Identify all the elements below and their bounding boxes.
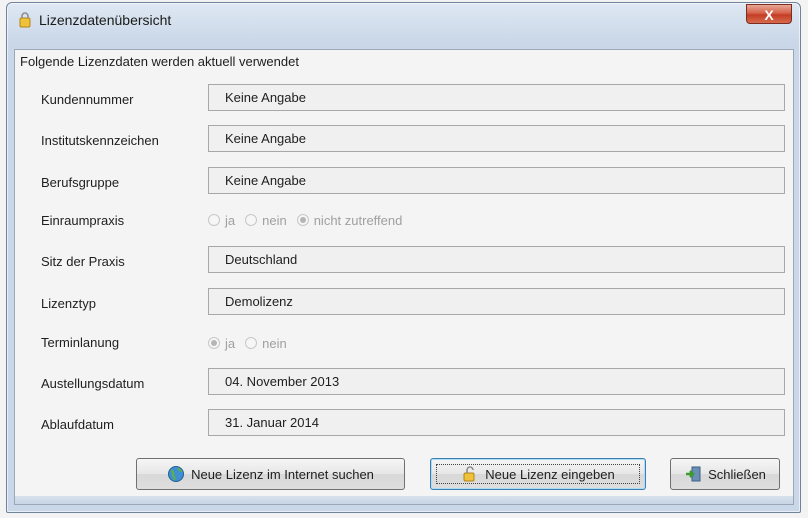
header-text: Folgende Lizenzdaten werden aktuell verw… <box>20 54 299 69</box>
label-kundennummer: Kundennummer <box>41 92 134 107</box>
search-license-online-button[interactable]: Neue Lizenz im Internet suchen <box>136 458 405 490</box>
einraumpraxis-option-nein[interactable]: nein <box>245 213 287 228</box>
exit-icon <box>686 466 701 482</box>
lock-icon <box>19 12 31 28</box>
label-einraumpraxis: Einraumpraxis <box>41 213 125 228</box>
label-sitz: Sitz der Praxis <box>41 254 125 269</box>
label-lizenztyp: Lizenztyp <box>41 296 96 311</box>
label-ausstellungsdatum: Austellungsdatum <box>41 376 145 391</box>
radio-button[interactable] <box>245 337 258 349</box>
radio-button[interactable] <box>208 214 220 226</box>
einraumpraxis-option-nicht-zutreffend[interactable]: nicht zutreffend <box>296 213 402 228</box>
field-lizenztyp: Demolizenz <box>208 288 785 315</box>
einraumpraxis-radio-group: ja nein nicht zutreffend <box>208 210 402 230</box>
field-kundennummer: Keine Angabe <box>208 84 785 111</box>
bottom-strip <box>15 496 793 504</box>
license-dialog: Lizenzdatenübersicht X Folgende Lizenzda… <box>6 2 801 513</box>
globe-icon <box>168 466 185 482</box>
label-berufsgruppe: Berufsgruppe <box>41 175 120 190</box>
enter-new-license-button[interactable]: Neue Lizenz eingeben <box>430 458 646 490</box>
field-institutskennzeichen: Keine Angabe <box>208 125 785 152</box>
terminlanung-radio-group: ja nein <box>208 333 287 353</box>
terminlanung-option-nein[interactable]: nein <box>245 336 287 351</box>
label-terminlanung: Terminlanung <box>41 335 120 350</box>
label-ablaufdatum: Ablaufdatum <box>41 417 114 432</box>
title-bar: Lizenzdatenübersicht X <box>7 3 800 37</box>
radio-button-selected[interactable] <box>208 337 220 349</box>
field-ablaufdatum: 31. Januar 2014 <box>208 409 785 436</box>
radio-button[interactable] <box>245 214 258 226</box>
field-sitz: Deutschland <box>208 246 785 273</box>
field-berufsgruppe: Keine Angabe <box>208 167 785 194</box>
terminlanung-option-ja[interactable]: ja <box>208 336 235 351</box>
field-ausstellungsdatum: 04. November 2013 <box>208 368 785 395</box>
dialog-content: Folgende Lizenzdaten werden aktuell verw… <box>14 49 794 505</box>
radio-button-selected[interactable] <box>296 214 309 226</box>
close-button[interactable]: Schließen <box>670 458 780 490</box>
window-title: Lizenzdatenübersicht <box>39 12 172 28</box>
einraumpraxis-option-ja[interactable]: ja <box>208 213 235 228</box>
focus-indicator <box>436 464 640 484</box>
close-window-button[interactable]: X <box>746 4 792 24</box>
label-institutskennzeichen: Institutskennzeichen <box>41 133 159 148</box>
